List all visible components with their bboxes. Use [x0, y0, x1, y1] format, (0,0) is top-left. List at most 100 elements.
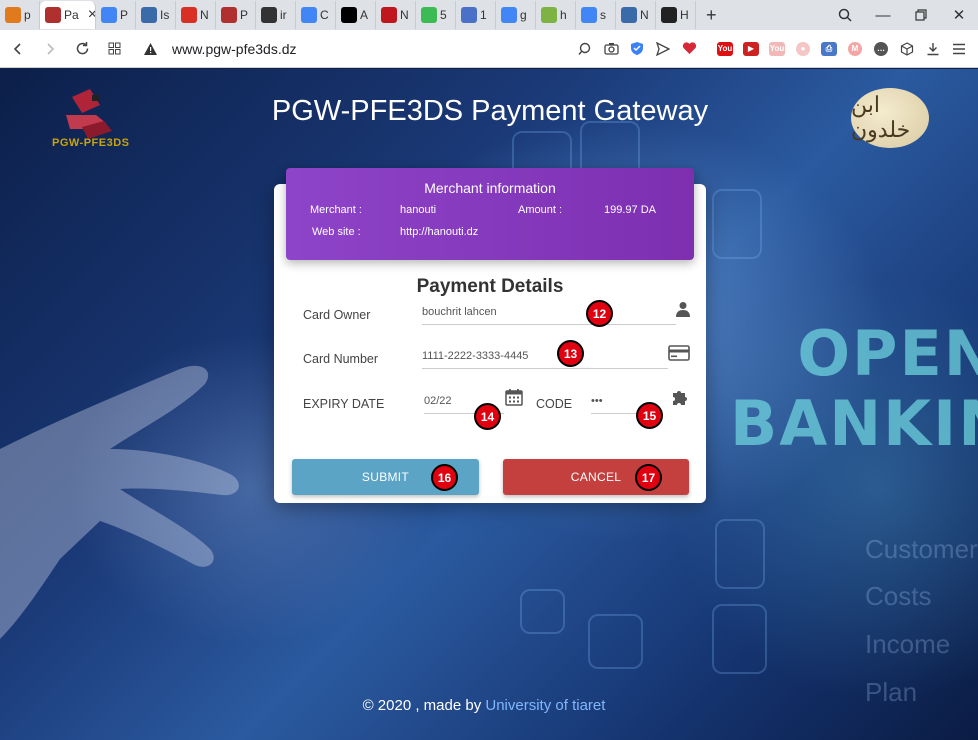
print-icon[interactable]: ⎙: [816, 35, 842, 63]
bg-tile: [715, 519, 765, 589]
browser-tab[interactable]: N: [376, 1, 416, 29]
hand-illustration: [0, 365, 239, 639]
browser-tab[interactable]: P: [96, 1, 136, 29]
open-text: OPEN: [797, 317, 978, 390]
bank-icon: [141, 7, 157, 23]
tab-label: A: [360, 8, 369, 22]
code-label: CODE: [536, 397, 573, 411]
browser-tab[interactable]: 1: [456, 1, 496, 29]
calendar-icon[interactable]: [503, 387, 525, 407]
reload-button[interactable]: [66, 33, 98, 65]
card-number-label: Card Number: [303, 352, 379, 366]
back-button[interactable]: [2, 33, 34, 65]
yh-icon: [541, 7, 557, 23]
mega-icon[interactable]: M: [842, 35, 868, 63]
bg-tile: [520, 589, 565, 634]
pma-icon: [5, 7, 21, 23]
record-icon[interactable]: ●: [790, 35, 816, 63]
youtube-muted-icon[interactable]: You: [764, 35, 790, 63]
pgw-icon: [221, 7, 237, 23]
find-icon[interactable]: [572, 35, 598, 63]
browser-tab[interactable]: ir: [256, 1, 296, 29]
browser-tab[interactable]: Pa ×: [40, 1, 96, 29]
expiry-date-label: EXPIRY DATE: [303, 397, 385, 411]
video-download-icon[interactable]: ▶: [738, 35, 764, 63]
card-number-input[interactable]: [422, 347, 668, 369]
merchant-info-title: Merchant information: [424, 180, 556, 196]
marker-13: 13: [557, 340, 584, 367]
search-tabs-icon[interactable]: [826, 0, 864, 30]
open-banking-text: OPEN BANKING: [730, 319, 978, 459]
c-icon: [461, 7, 477, 23]
doc-icon: [261, 7, 277, 23]
close-tab-icon[interactable]: ×: [88, 6, 95, 24]
browser-tab[interactable]: H: [656, 1, 696, 29]
speed-dial-icon[interactable]: [98, 33, 130, 65]
website-value: http://hanouti.dz: [400, 226, 479, 238]
university-link[interactable]: University of tiaret: [485, 697, 605, 714]
shield-icon[interactable]: [624, 35, 650, 63]
university-logo: ابن خلدون: [851, 88, 929, 148]
heart-icon[interactable]: [676, 35, 702, 63]
amount-label: Amount :: [518, 204, 563, 216]
merchant-value: hanouti: [400, 204, 437, 216]
browser-tab[interactable]: N: [176, 1, 216, 29]
card-owner-input[interactable]: [422, 303, 676, 325]
browser-tab[interactable]: P: [216, 1, 256, 29]
tab-label: P: [240, 8, 249, 22]
menu-icon[interactable]: [946, 35, 972, 63]
page-title: PGW-PFE3DS Payment Gateway: [271, 95, 709, 127]
browser-tab[interactable]: h: [536, 1, 576, 29]
send-icon[interactable]: [650, 35, 676, 63]
marker-14: 14: [474, 403, 501, 430]
extensions-area: You ▶ You ● ⎙ M …: [572, 35, 978, 63]
lu-icon: [341, 7, 357, 23]
merchant-info-panel: Merchant information Merchant : hanouti …: [286, 168, 694, 260]
google-icon: [581, 7, 597, 23]
chat-icon[interactable]: …: [868, 35, 894, 63]
close-window-button[interactable]: ✕: [940, 0, 978, 30]
pgw-logo-text: PGW-PFE3DS: [52, 137, 130, 149]
browser-tab[interactable]: g: [496, 1, 536, 29]
merchant-label: Merchant :: [310, 204, 362, 216]
browser-tab[interactable]: C: [296, 1, 336, 29]
bg-word-costs: Costs: [865, 581, 932, 611]
payment-details-title: Payment Details: [416, 276, 564, 297]
security-warning-icon[interactable]: [136, 42, 164, 56]
tab-label: Is: [160, 8, 170, 22]
terminal-icon: [661, 7, 677, 23]
tab-label: 1: [480, 8, 487, 22]
tab-label: ir: [280, 8, 287, 22]
restore-button[interactable]: [902, 0, 940, 30]
forward-button[interactable]: [34, 33, 66, 65]
tab-label: N: [640, 8, 649, 22]
tab-label: N: [200, 8, 209, 22]
marker-16: 16: [431, 464, 458, 491]
tab-label: 5: [440, 8, 447, 22]
m-icon: [381, 7, 397, 23]
tab-label: g: [520, 8, 527, 22]
address-bar[interactable]: www.pgw-pfe3ds.dz: [172, 41, 502, 57]
browser-tab[interactable]: p: [0, 1, 40, 29]
bg-tile: [588, 614, 643, 669]
new-tab-button[interactable]: +: [696, 5, 727, 26]
bg-tile: [712, 604, 767, 674]
banking-text: BANKING: [730, 387, 978, 460]
google-icon: [501, 7, 517, 23]
download-icon[interactable]: [920, 35, 946, 63]
bank-icon: [621, 7, 637, 23]
check-icon: [421, 7, 437, 23]
docs-icon: [101, 7, 117, 23]
browser-tab[interactable]: N: [616, 1, 656, 29]
cube-icon[interactable]: [894, 35, 920, 63]
tab-label: C: [320, 8, 329, 22]
minimize-button[interactable]: —: [864, 0, 902, 30]
browser-tab[interactable]: 5: [416, 1, 456, 29]
card-owner-label: Card Owner: [303, 308, 371, 322]
youtube-icon[interactable]: You: [712, 35, 738, 63]
camera-icon[interactable]: [598, 35, 624, 63]
credit-card-icon: [668, 343, 690, 363]
browser-tab[interactable]: A: [336, 1, 376, 29]
browser-tab[interactable]: s: [576, 1, 616, 29]
browser-tab[interactable]: Is: [136, 1, 176, 29]
